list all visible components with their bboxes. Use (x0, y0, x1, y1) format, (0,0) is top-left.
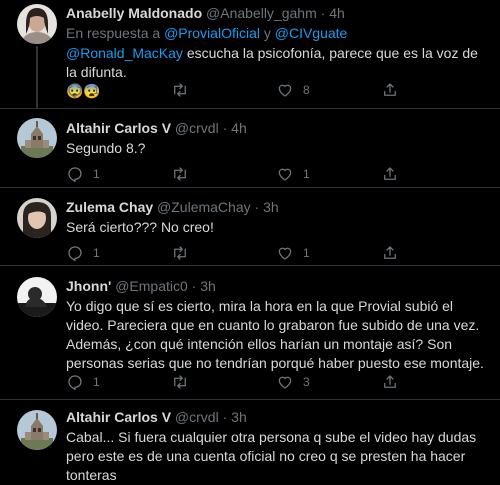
tweet-body: Yo digo que sí es cierto, mira la hora e… (66, 298, 484, 371)
like-button[interactable]: 8 (276, 81, 381, 99)
like-count: 8 (303, 83, 310, 97)
share-icon (384, 83, 396, 96)
reply-count: 1 (93, 83, 100, 97)
retweet-button[interactable] (171, 81, 276, 99)
reply-context: En respuesta a @ProvialOficial y @CIVgua… (66, 24, 486, 42)
author-handle[interactable]: @crvdl (175, 409, 219, 425)
author-handle[interactable]: @Anabelly_gahm (206, 5, 317, 21)
retweet-button[interactable] (171, 244, 276, 262)
share-icon (384, 167, 396, 180)
share-button[interactable] (381, 81, 486, 99)
author-handle[interactable]: @crvdl (175, 120, 219, 136)
tweet-body: Segundo 8.? (66, 140, 146, 156)
author-name[interactable]: Jhonn' (66, 278, 111, 294)
separator-dot: · (254, 199, 260, 215)
tweet-5[interactable]: Altahir Carlos V @crvdl · 3h Cabal... Si… (0, 400, 500, 483)
reply-icon (68, 375, 82, 391)
like-icon (278, 376, 292, 389)
mention-link[interactable]: @Ronald_MacKay (66, 45, 183, 61)
separator-dot: · (320, 5, 326, 21)
reply-button[interactable]: 1 (66, 373, 171, 391)
like-icon (278, 168, 292, 181)
author-handle[interactable]: @ZulemaChay (157, 199, 251, 215)
author-name[interactable]: Altahir Carlos V (66, 120, 171, 136)
avatar[interactable] (17, 4, 57, 44)
tweet-body: Cabal... Si fuera cualquier otra persona… (66, 429, 477, 483)
like-button[interactable]: 1 (276, 165, 381, 183)
like-button[interactable]: 3 (276, 373, 381, 391)
tweet-2[interactable]: Altahir Carlos V @crvdl · 4h Segundo 8.?… (0, 109, 500, 188)
like-count: 3 (303, 375, 310, 389)
reply-button[interactable]: 1 (66, 244, 171, 262)
avatar[interactable] (17, 410, 57, 450)
avatar[interactable] (17, 198, 57, 238)
like-icon (278, 84, 292, 97)
avatar[interactable] (17, 277, 57, 317)
retweet-button[interactable] (171, 165, 276, 183)
reply-icon (68, 246, 82, 262)
tweet-body: Será cierto??? No creo! (66, 219, 214, 235)
author-handle[interactable]: @Empatic0 (115, 278, 188, 294)
retweet-icon (174, 167, 186, 181)
reply-count: 1 (93, 167, 100, 181)
share-button[interactable] (381, 165, 486, 183)
like-icon (278, 247, 292, 260)
retweet-icon (174, 83, 186, 97)
like-count: 1 (303, 246, 310, 260)
timestamp[interactable]: 3h (200, 278, 216, 294)
share-icon (384, 375, 396, 388)
reply-count: 1 (93, 246, 100, 260)
like-count: 1 (303, 167, 310, 181)
reply-icon (68, 167, 82, 183)
separator-dot: · (191, 278, 197, 294)
share-button[interactable] (381, 373, 486, 391)
reply-icon (68, 83, 82, 99)
share-button[interactable] (381, 244, 486, 262)
author-name[interactable]: Altahir Carlos V (66, 409, 171, 425)
tweet-1[interactable]: Anabelly Maldonado @Anabelly_gahm · 4h E… (0, 0, 500, 109)
reply-count: 1 (93, 375, 100, 389)
tweet-3[interactable]: Zulema Chay @ZulemaChay · 3h Será cierto… (0, 188, 500, 266)
share-icon (384, 246, 396, 259)
reply-user-link[interactable]: @ProvialOficial (164, 25, 260, 41)
reply-button[interactable]: 1 (66, 81, 171, 99)
tweet-4[interactable]: Jhonn' @Empatic0 · 3h Yo digo que sí es … (0, 266, 500, 400)
reply-and: y (259, 25, 275, 41)
retweet-icon (174, 375, 186, 389)
timestamp[interactable]: 3h (263, 199, 279, 215)
thread-line (36, 46, 38, 109)
like-button[interactable]: 1 (276, 244, 381, 262)
retweet-button[interactable] (171, 373, 276, 391)
author-name[interactable]: Anabelly Maldonado (66, 5, 202, 21)
reply-user-link[interactable]: @CIVguate (275, 25, 348, 41)
retweet-icon (174, 246, 186, 260)
author-name[interactable]: Zulema Chay (66, 199, 153, 215)
separator-dot: · (222, 120, 228, 136)
timestamp[interactable]: 4h (231, 120, 247, 136)
reply-prefix: En respuesta a (66, 25, 165, 41)
separator-dot: · (222, 409, 228, 425)
timestamp[interactable]: 3h (231, 409, 247, 425)
avatar[interactable] (17, 118, 57, 158)
reply-button[interactable]: 1 (66, 165, 171, 183)
timestamp[interactable]: 4h (329, 5, 345, 21)
